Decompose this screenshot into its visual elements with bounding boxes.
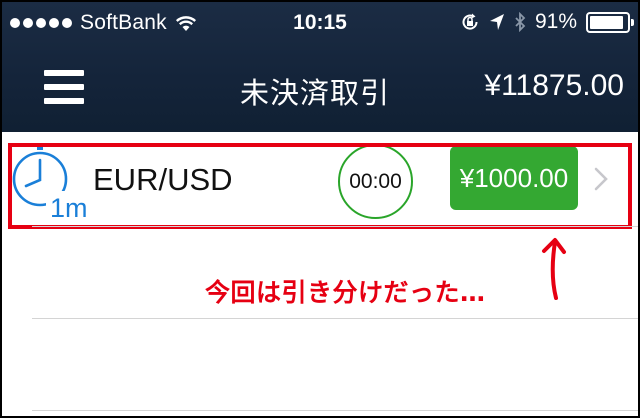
status-bar: SoftBank 10:15 91% — [2, 2, 638, 42]
status-right: 91% — [460, 10, 634, 34]
row-divider — [32, 410, 638, 411]
account-balance: ¥11875.00 — [484, 69, 624, 102]
app-header: SoftBank 10:15 91% 未決済取引 ¥11875.00 — [2, 2, 638, 132]
page-title: 未決済取引 — [240, 78, 391, 110]
annotation-text: 今回は引き分けだった… — [205, 278, 486, 307]
row-divider — [32, 318, 638, 319]
app-screen: SoftBank 10:15 91% 未決済取引 ¥11875.00 1m EU… — [2, 2, 638, 416]
battery-fill — [590, 15, 623, 29]
highlight-box — [8, 143, 632, 229]
nav-bar: 未決済取引 ¥11875.00 — [2, 52, 638, 122]
location-arrow-icon — [489, 14, 504, 30]
orientation-lock-icon — [462, 13, 478, 30]
screenshot-frame: SoftBank 10:15 91% 未決済取引 ¥11875.00 1m EU… — [0, 0, 640, 418]
row-divider — [32, 226, 638, 227]
hamburger-menu-icon[interactable] — [44, 70, 84, 104]
annotation-up-arrow-icon — [542, 238, 566, 300]
battery-percent: 91% — [534, 10, 577, 33]
battery-icon — [586, 11, 634, 33]
bluetooth-icon — [515, 12, 526, 32]
